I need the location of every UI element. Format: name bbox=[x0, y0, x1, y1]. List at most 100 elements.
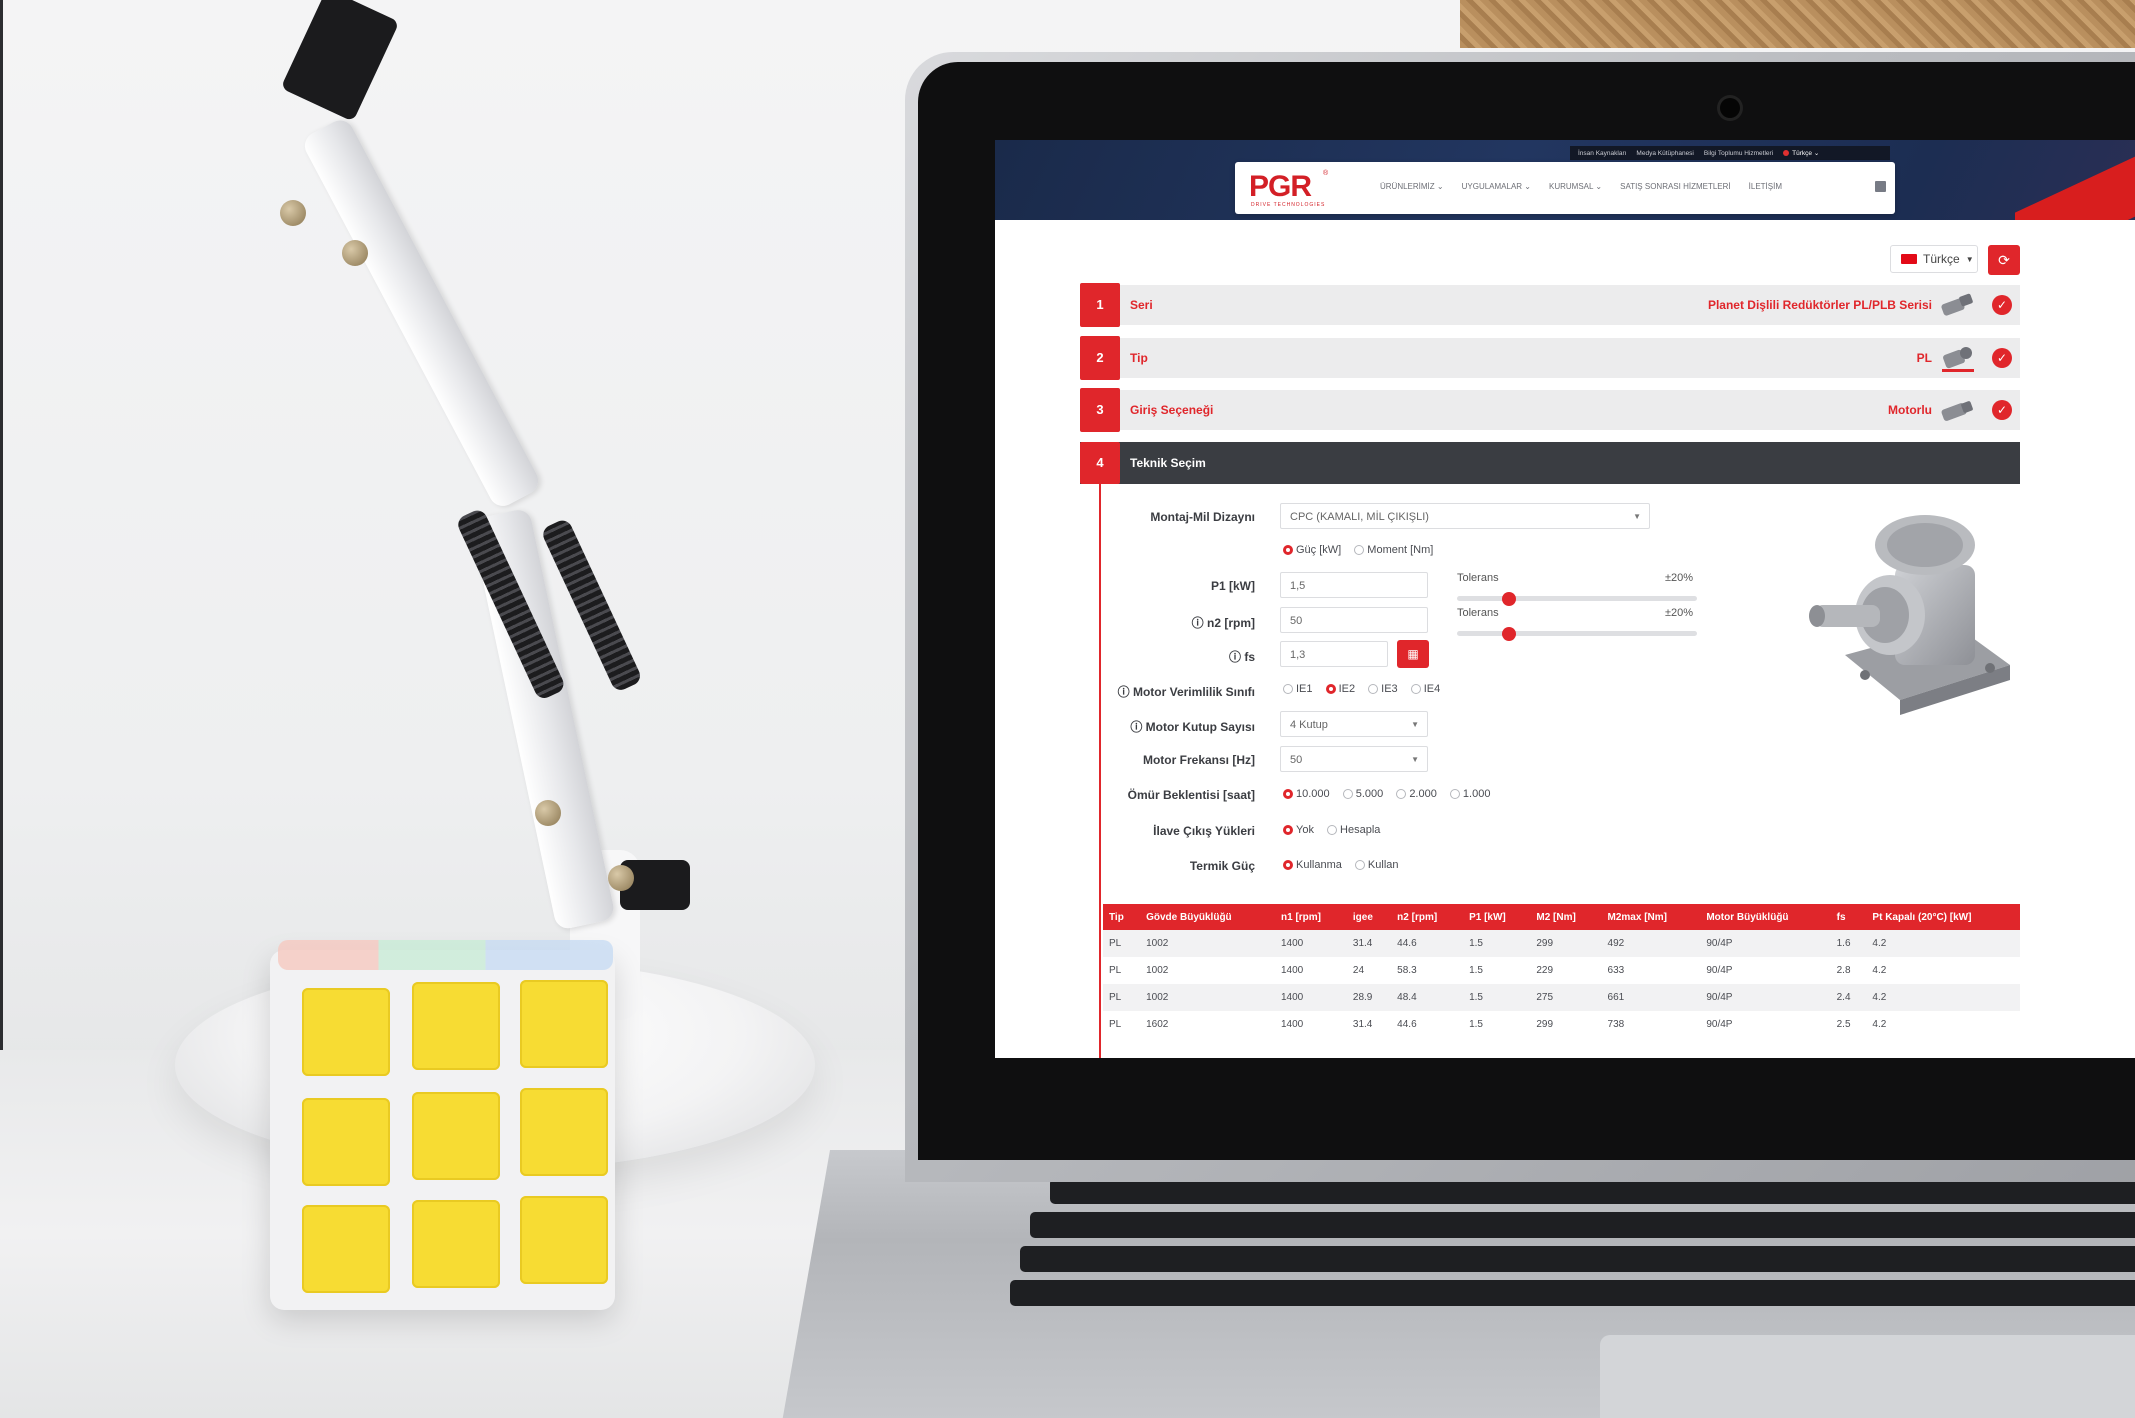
calc-mode-radio: Güç [kW] Moment [Nm] bbox=[1283, 544, 1443, 556]
radio-moment[interactable]: Moment [Nm] bbox=[1354, 544, 1433, 556]
refresh-button[interactable]: ⟳ bbox=[1988, 245, 2020, 275]
step-number: 4 bbox=[1080, 442, 1120, 484]
topbar-language[interactable]: Türkçe ⌄ bbox=[1783, 149, 1819, 157]
help-icon[interactable]: ⓘ bbox=[1229, 650, 1244, 664]
col-header[interactable]: n2 [rpm] bbox=[1391, 904, 1464, 930]
table-cell: 90/4P bbox=[1706, 965, 1733, 976]
table-cell: 2.8 bbox=[1836, 965, 1851, 976]
col-header[interactable]: M2max [Nm] bbox=[1601, 904, 1701, 930]
step-value: Planet Dişlili Redüktörler PL/PLB Serisi bbox=[1707, 298, 1932, 312]
table-cell: 661 bbox=[1601, 984, 1701, 1011]
poles-value: 4 Kutup bbox=[1290, 719, 1328, 731]
table-cell: 2.4 bbox=[1830, 984, 1867, 1011]
cube-cell bbox=[302, 1098, 390, 1186]
table-cell: 1.6 bbox=[1830, 930, 1867, 957]
fs-input[interactable]: 1,3 bbox=[1280, 641, 1388, 667]
refresh-icon: ⟳ bbox=[1998, 252, 2010, 268]
table-row[interactable]: PL 1002 1400 24 58.3 1.5 229 633 90/4P 2… bbox=[1103, 957, 2020, 984]
gearbox-thumb-icon bbox=[1941, 401, 1973, 421]
table-row[interactable]: PL 1002 1400 28.9 48.4 1.5 275 661 90/4P… bbox=[1103, 984, 2020, 1011]
col-header[interactable]: igee bbox=[1346, 904, 1392, 930]
table-cell: 90/4P bbox=[1706, 1019, 1733, 1030]
efficiency-radio: IE1 IE2 IE3 IE4 bbox=[1283, 683, 1450, 695]
col-header[interactable]: fs bbox=[1830, 904, 1867, 930]
step-type[interactable]: 2 Tip PL ✓ bbox=[1080, 336, 2020, 380]
radio-thermal-on[interactable]: Kullan bbox=[1354, 859, 1399, 871]
frequency-select[interactable]: 50 ▼ bbox=[1280, 746, 1428, 772]
table-row[interactable]: PL 1602 1400 31.4 44.6 1.5 299 738 90/4P… bbox=[1103, 1011, 2020, 1038]
montaj-value: CPC (KAMALI, MİL ÇIKIŞLI) bbox=[1290, 511, 1429, 523]
montaj-select[interactable]: CPC (KAMALI, MİL ÇIKIŞLI) ▼ bbox=[1280, 503, 1650, 529]
table-cell: 1.5 bbox=[1469, 965, 1483, 976]
linkedin-icon[interactable] bbox=[1875, 181, 1886, 192]
topbar-link-media[interactable]: Medya Kütüphanesi bbox=[1636, 150, 1693, 157]
help-icon[interactable]: ⓘ bbox=[1130, 720, 1145, 734]
table-cell: 4.2 bbox=[1866, 930, 2020, 957]
nav-products[interactable]: ÜRÜNLERİMİZ ⌄ bbox=[1380, 182, 1444, 191]
radio-ie3[interactable]: IE3 bbox=[1368, 683, 1398, 695]
step-label: Seri bbox=[1130, 298, 1153, 312]
col-header[interactable]: Motor Büyüklüğü bbox=[1700, 904, 1831, 930]
camera-icon bbox=[1720, 98, 1740, 118]
cube-cell bbox=[412, 1092, 500, 1180]
flag-icon bbox=[1783, 150, 1790, 157]
radio-life-10000[interactable]: 10.000 bbox=[1283, 788, 1330, 800]
col-header[interactable]: Gövde Büyüklüğü bbox=[1140, 904, 1275, 930]
table-cell: 299 bbox=[1536, 1019, 1554, 1030]
p1-tolerance-slider[interactable] bbox=[1457, 596, 1697, 601]
pgr-logo[interactable]: PGR bbox=[1249, 170, 1312, 204]
help-icon[interactable]: ⓘ bbox=[1118, 685, 1133, 699]
step-progress-line bbox=[1099, 484, 1101, 1058]
radio-ie1[interactable]: IE1 bbox=[1283, 683, 1313, 695]
radio-ie2[interactable]: IE2 bbox=[1325, 683, 1355, 695]
calculator-icon: ▦ bbox=[1407, 647, 1419, 661]
topbar-link-info[interactable]: Bilgi Toplumu Hizmetleri bbox=[1704, 150, 1773, 157]
cube-cell bbox=[520, 1196, 608, 1284]
cube-cell bbox=[520, 1088, 608, 1176]
p1-slider-handle[interactable] bbox=[1502, 592, 1516, 606]
loads-label: İlave Çıkış Yükleri bbox=[1153, 824, 1255, 838]
language-select[interactable]: Türkçe ▼ bbox=[1890, 245, 1978, 273]
nav-applications[interactable]: UYGULAMALAR ⌄ bbox=[1462, 182, 1531, 191]
col-header[interactable]: M2 [Nm] bbox=[1530, 904, 1602, 930]
table-row[interactable]: PL 1002 1400 31.4 44.6 1.5 299 492 90/4P… bbox=[1103, 930, 2020, 957]
radio-loads-calc[interactable]: Hesapla bbox=[1327, 824, 1380, 836]
check-icon: ✓ bbox=[1992, 400, 2012, 420]
col-header[interactable]: Tip bbox=[1103, 904, 1141, 930]
radio-life-5000[interactable]: 5.000 bbox=[1342, 788, 1383, 800]
step-number: 1 bbox=[1080, 283, 1120, 327]
help-icon[interactable]: ⓘ bbox=[1192, 616, 1207, 630]
step-input-option[interactable]: 3 Giriş Seçeneği Motorlu ✓ bbox=[1080, 388, 2020, 432]
cube-cell bbox=[412, 1200, 500, 1288]
radio-life-1000[interactable]: 1.000 bbox=[1449, 788, 1490, 800]
radio-life-2000[interactable]: 2.000 bbox=[1396, 788, 1437, 800]
p1-input[interactable]: 1,5 bbox=[1280, 572, 1428, 598]
step-label: Tip bbox=[1130, 351, 1148, 365]
col-header[interactable]: Pt Kapalı (20°C) [kW] bbox=[1866, 904, 2020, 930]
lamp-knob-3 bbox=[608, 865, 634, 891]
lamp-head bbox=[280, 0, 400, 122]
fs-label: ⓘ fs bbox=[1228, 650, 1255, 664]
radio-loads-none[interactable]: Yok bbox=[1283, 824, 1314, 836]
calculator-button[interactable]: ▦ bbox=[1397, 640, 1429, 668]
nav-corporate[interactable]: KURUMSAL ⌄ bbox=[1549, 182, 1602, 191]
n2-tolerance-slider[interactable] bbox=[1457, 631, 1697, 636]
table-cell: PL bbox=[1103, 930, 1141, 957]
nav-contact[interactable]: İLETİŞİM bbox=[1749, 182, 1782, 191]
step-series[interactable]: 1 Seri Planet Dişlili Redüktörler PL/PLB… bbox=[1080, 283, 2020, 327]
radio-ie4[interactable]: IE4 bbox=[1410, 683, 1440, 695]
poles-select[interactable]: 4 Kutup ▼ bbox=[1280, 711, 1428, 737]
table-cell: 24 bbox=[1352, 965, 1365, 976]
col-header[interactable]: n1 [rpm] bbox=[1275, 904, 1347, 930]
n2-input[interactable]: 50 bbox=[1280, 607, 1428, 633]
nav-after-sales[interactable]: SATIŞ SONRASI HİZMETLERİ bbox=[1620, 182, 1731, 191]
table-cell: 48.4 bbox=[1391, 984, 1464, 1011]
step-technical-selection[interactable]: 4 Teknik Seçim bbox=[1080, 442, 2020, 484]
n2-slider-handle[interactable] bbox=[1502, 627, 1516, 641]
radio-power[interactable]: Güç [kW] bbox=[1283, 544, 1341, 556]
table-cell: 1400 bbox=[1275, 930, 1347, 957]
topbar-link-hr[interactable]: İnsan Kaynakları bbox=[1578, 150, 1626, 157]
radio-thermal-off[interactable]: Kullanma bbox=[1283, 859, 1342, 871]
turkey-flag-icon bbox=[1901, 254, 1917, 264]
col-header[interactable]: P1 [kW] bbox=[1463, 904, 1531, 930]
